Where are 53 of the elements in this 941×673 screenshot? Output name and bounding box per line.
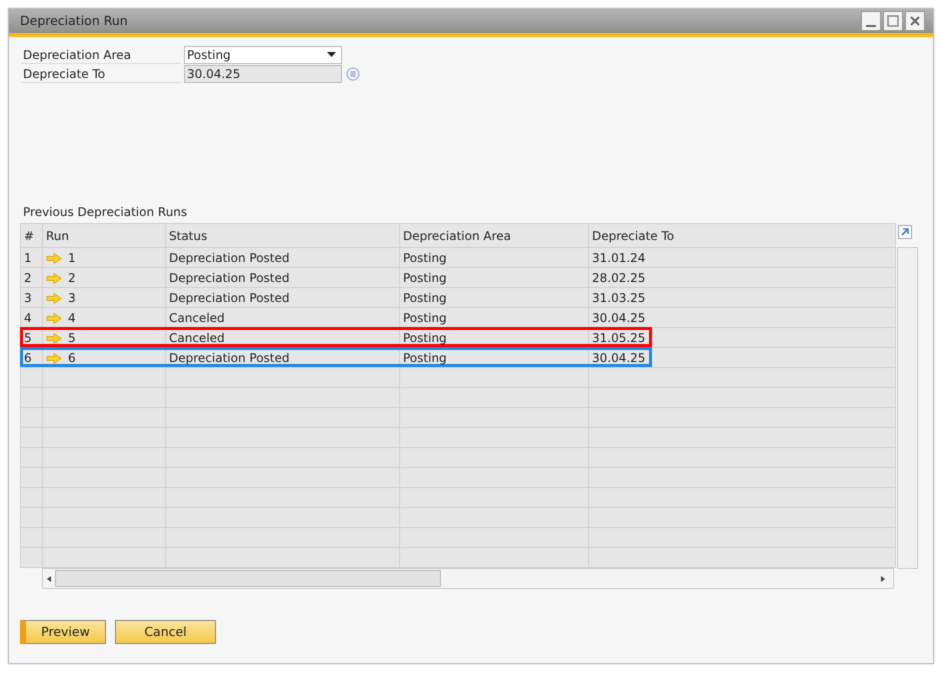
table-cell: 1	[20, 248, 42, 268]
table-cell: 2	[20, 268, 42, 288]
minimize-icon	[865, 24, 877, 28]
arrow-icon[interactable]	[46, 272, 62, 284]
arrow-icon[interactable]	[46, 292, 62, 304]
minimize-button[interactable]	[861, 11, 881, 31]
window-title: Depreciation Run	[20, 12, 128, 30]
table-cell: Posting	[400, 248, 588, 268]
run-number: 2	[68, 270, 76, 284]
close-button[interactable]	[905, 11, 925, 31]
table-cell: Depreciation Posted	[166, 268, 400, 288]
table-cell: 28.02.25	[588, 268, 896, 288]
column-header: Depreciation Area	[400, 224, 588, 248]
table-cell: 3	[20, 288, 42, 308]
caret-icon[interactable]	[327, 52, 337, 58]
arrow-icon[interactable]	[46, 332, 62, 344]
field-label: Depreciation Area	[21, 46, 181, 64]
scroll-thumb[interactable]	[55, 570, 441, 587]
maximize-icon	[887, 15, 899, 27]
run-number: 1	[68, 250, 76, 264]
maximize-button[interactable]	[883, 11, 903, 31]
column-header: Depreciate To	[588, 224, 896, 248]
table-cell: Depreciation Posted	[166, 348, 400, 368]
field-label: Depreciate To	[21, 64, 181, 82]
run-number: 6	[68, 350, 76, 364]
table-cell: 31.01.24	[588, 248, 896, 268]
arrow-icon[interactable]	[46, 252, 62, 264]
table-cell: Posting	[400, 348, 588, 368]
table-cell: Posting	[400, 268, 588, 288]
table-cell: 30.04.25	[588, 348, 896, 368]
grid-caption: Previous Depreciation Runs	[23, 204, 188, 221]
column-header: #	[20, 224, 42, 248]
column-header: Status	[166, 224, 400, 248]
close-icon	[910, 16, 920, 26]
run-number: 5	[68, 330, 76, 344]
table-cell: 4	[20, 308, 42, 328]
table-cell: 31.03.25	[588, 288, 896, 308]
expand-icon[interactable]	[898, 225, 912, 239]
arrow-icon[interactable]	[46, 352, 62, 364]
arrow-icon[interactable]	[46, 312, 62, 324]
table-cell: Depreciation Posted	[166, 248, 400, 268]
table-cell: Depreciation Posted	[166, 288, 400, 308]
table-cell: Posting	[400, 288, 588, 308]
date-field[interactable]: 30.04.25	[184, 64, 342, 82]
horizontal-scrollbar[interactable]	[42, 568, 894, 589]
vertical-scrollbar[interactable]	[897, 247, 918, 569]
list-icon[interactable]	[346, 66, 360, 80]
preview-button[interactable]: Preview	[20, 620, 106, 644]
run-number: 4	[68, 310, 76, 324]
cancel-button[interactable]: Cancel	[115, 620, 216, 644]
dropdown-field[interactable]: Posting	[184, 46, 342, 64]
column-header: Run	[42, 224, 166, 248]
run-number: 3	[68, 290, 76, 304]
